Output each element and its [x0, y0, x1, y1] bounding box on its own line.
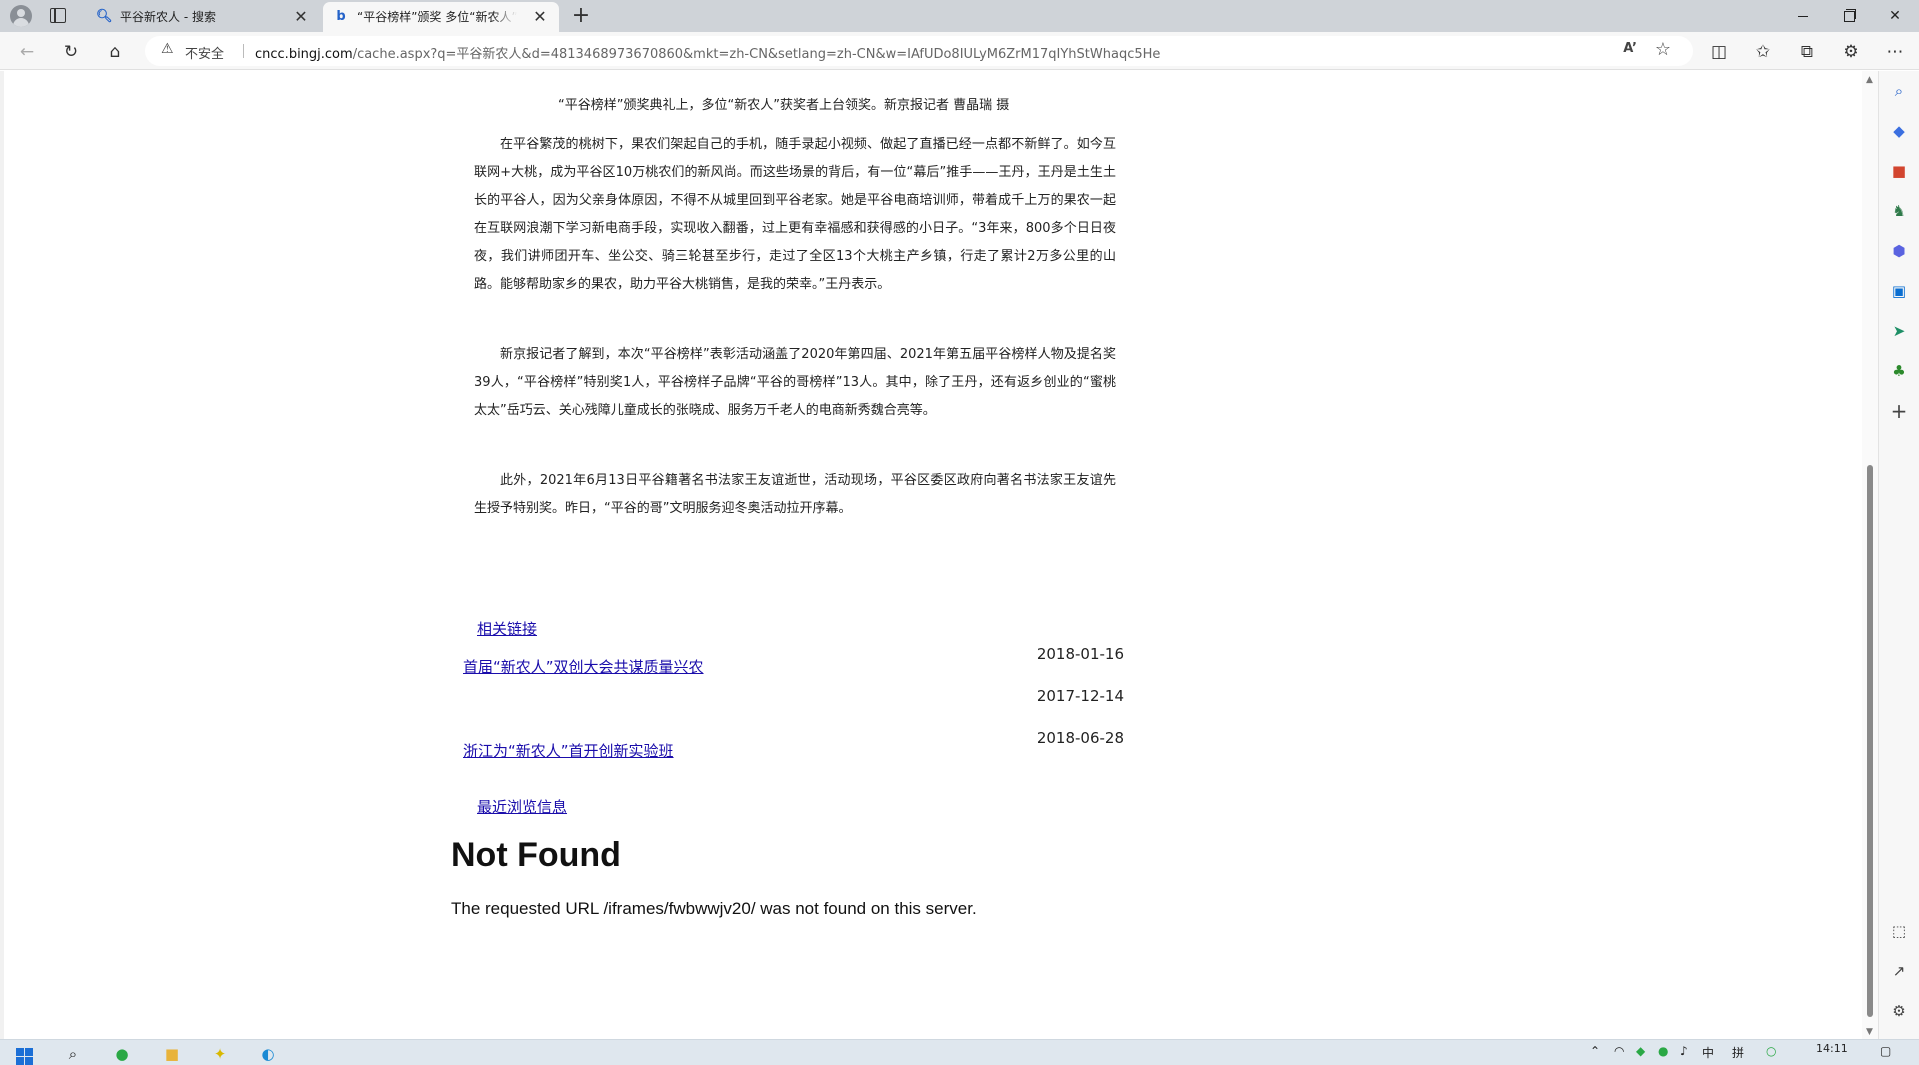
tab-search[interactable]: 🔍︎ 平谷新农人 - 搜索 ✕ — [86, 2, 320, 32]
tab-article[interactable]: b “平谷榜样”颁奖 多位“新农人”获奖 ✕ — [323, 2, 559, 32]
tree-icon[interactable]: ♣ — [1889, 361, 1909, 381]
page-scrollbar[interactable]: ▲ ▼ — [1862, 71, 1878, 1039]
scroll-up-icon[interactable]: ▲ — [1866, 75, 1873, 85]
app-yellow-icon[interactable]: ✦ — [208, 1042, 232, 1065]
refresh-button[interactable]: ↻ — [58, 39, 84, 65]
windows-start-icon[interactable] — [14, 1042, 34, 1065]
taskbar-search-icon[interactable]: ⌕ — [62, 1042, 84, 1065]
close-window-button[interactable]: ✕ — [1872, 0, 1918, 32]
settings-more-icon[interactable]: ⋯ — [1882, 39, 1908, 65]
scroll-down-icon[interactable]: ▼ — [1866, 1027, 1873, 1037]
recent-browsing-link[interactable]: 最近浏览信息 — [477, 796, 567, 817]
tray-overflow-icon[interactable]: ⌃ — [1590, 1044, 1600, 1058]
address-bar[interactable]: ⚠︎ 不安全 cncc.bingj.com/cache.aspx?q=平谷新农人… — [145, 36, 1693, 66]
home-button[interactable]: ⌂ — [102, 39, 128, 65]
ime-language[interactable]: 中 — [1702, 1044, 1714, 1061]
warning-icon[interactable]: ⚠︎ — [161, 41, 174, 57]
favorites-icon[interactable]: ✩ — [1750, 39, 1776, 65]
drop-send-icon[interactable]: ➤ — [1889, 321, 1909, 341]
volume-icon[interactable]: ♪ — [1680, 1044, 1688, 1058]
related-date: 2017-12-14 — [1036, 687, 1124, 705]
scrollbar-thumb[interactable] — [1867, 465, 1873, 1017]
search-icon[interactable]: ⌕ — [1889, 81, 1909, 101]
tab-close-icon[interactable]: ✕ — [292, 8, 310, 26]
shopping-tag-icon[interactable]: ◆ — [1889, 121, 1909, 141]
related-date: 2018-01-16 — [1036, 645, 1124, 663]
related-link[interactable]: 浙江为“新农人”首开创新实验班 — [463, 740, 674, 761]
article-paragraph: 此外，2021年6月13日平谷籍著名书法家王友谊逝世，活动现场，平谷区委区政府向… — [474, 473, 1116, 516]
new-tab-button[interactable]: + — [568, 3, 594, 29]
related-date: 2018-06-28 — [1036, 729, 1124, 747]
split-screen-icon[interactable]: ◫ — [1706, 39, 1732, 65]
ime-mode[interactable]: 拼 — [1732, 1044, 1744, 1061]
security-shield-icon[interactable]: ◆ — [1636, 1044, 1645, 1058]
add-sidebar-app-icon[interactable]: + — [1889, 401, 1909, 421]
games-chess-icon[interactable]: ♞ — [1889, 201, 1909, 221]
article-paragraph: 在平谷繁茂的桃树下，果农们架起自己的手机，随手录起小视频、做起了直播已经一点都不… — [474, 137, 1116, 292]
file-explorer-icon[interactable]: ■ — [160, 1042, 184, 1065]
clock-time[interactable]: 14:11 — [1816, 1042, 1848, 1055]
app-tray-icon[interactable]: ● — [1658, 1044, 1668, 1058]
tools-briefcase-icon[interactable]: ■ — [1889, 161, 1909, 181]
divider — [243, 44, 244, 58]
screenshot-icon[interactable]: ⬚ — [1889, 921, 1909, 941]
sidebar-settings-icon[interactable]: ⚙︎ — [1889, 1001, 1909, 1021]
assistant-icon[interactable]: ○ — [1766, 1044, 1776, 1058]
related-link[interactable]: 首届“新农人”双创大会共谋质量兴农 — [463, 656, 704, 677]
network-icon[interactable]: ◠ — [1614, 1044, 1624, 1058]
notification-icon[interactable]: ▢ — [1880, 1044, 1891, 1058]
collections-icon[interactable]: ⧉ — [1794, 39, 1820, 65]
open-external-icon[interactable]: ↗ — [1889, 961, 1909, 981]
photo-caption: “平谷榜样”颁奖典礼上，多位“新农人”获奖者上台领奖。新京报记者 曹晶瑞 摄 — [558, 98, 1010, 113]
microsoft-365-icon[interactable]: ⬢ — [1889, 241, 1909, 261]
extensions-icon[interactable]: ⚙︎ — [1838, 39, 1864, 65]
tab-title: “平谷榜样”颁奖 多位“新农人”获奖 — [357, 10, 517, 24]
minimize-button[interactable] — [1780, 0, 1826, 32]
error-title: Not Found — [451, 836, 621, 874]
windows-taskbar: ⌕ ● ■ ✦ ◐ ⌃ ◠ ◆ ● ♪ 中 拼 ○ 14:11 ▢ — [0, 1039, 1919, 1065]
search-icon: 🔍︎ — [96, 9, 113, 24]
url-text[interactable]: cncc.bingj.com/cache.aspx?q=平谷新农人&d=4813… — [255, 43, 1160, 62]
tab-close-icon[interactable]: ✕ — [531, 8, 549, 26]
security-label[interactable]: 不安全 — [185, 43, 224, 62]
tab-actions-icon[interactable] — [50, 8, 66, 23]
error-message: The requested URL /iframes/fwbwwjv20/ wa… — [451, 899, 977, 918]
article-paragraph: 新京报记者了解到，本次“平谷榜样”表彰活动涵盖了2020年第四届、2021年第五… — [474, 347, 1116, 418]
browser-toolbar: ← ↻ ⌂ ⚠︎ 不安全 cncc.bingj.com/cache.aspx?q… — [0, 32, 1919, 70]
tab-strip: 🔍︎ 平谷新农人 - 搜索 ✕ b “平谷榜样”颁奖 多位“新农人”获奖 ✕ +… — [0, 0, 1919, 32]
restore-button[interactable] — [1826, 0, 1872, 32]
related-links-heading[interactable]: 相关链接 — [477, 618, 537, 639]
tab-title: 平谷新农人 - 搜索 — [120, 10, 216, 24]
app-browser-icon[interactable]: ● — [110, 1042, 134, 1065]
profile-avatar-icon[interactable] — [10, 5, 32, 27]
edge-browser-icon[interactable]: ◐ — [256, 1042, 280, 1065]
bing-icon: b — [336, 9, 346, 24]
back-button[interactable]: ← — [14, 39, 40, 65]
outlook-icon[interactable]: ▣ — [1889, 281, 1909, 301]
read-aloud-icon[interactable]: A’ — [1623, 41, 1637, 56]
edge-sidebar: ⌕ ◆ ■ ♞ ⬢ ▣ ➤ ♣ + ⬚ ↗ ⚙︎ — [1878, 71, 1919, 1039]
favorite-star-icon[interactable]: ☆ — [1655, 39, 1671, 60]
